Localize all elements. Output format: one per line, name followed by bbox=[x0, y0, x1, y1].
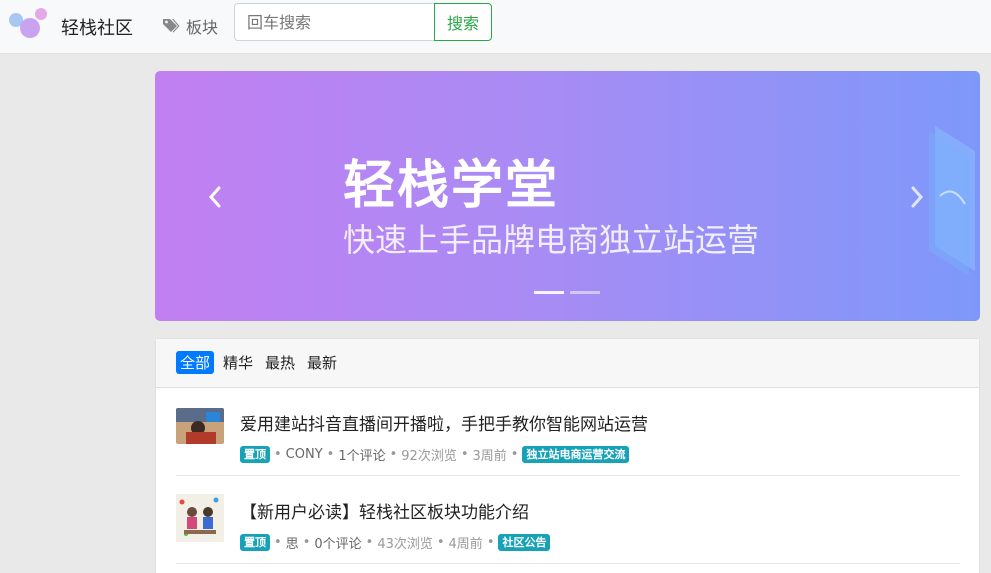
tab-featured[interactable]: 精华 bbox=[219, 351, 257, 374]
board-nav-link[interactable]: 板块 bbox=[162, 14, 218, 38]
banner-subtitle: 快速上手品牌电商独立站运营 bbox=[343, 221, 760, 259]
post-author[interactable]: 思 bbox=[286, 533, 299, 552]
board-badge[interactable]: 独立站电商运营交流 bbox=[522, 446, 630, 463]
list-item: 【新用户必读】轻栈社区板块功能介绍 置顶 • 思 • 0个评论 • 43次浏览 … bbox=[176, 476, 960, 564]
view-count: 43次浏览 bbox=[377, 537, 433, 552]
search-input[interactable] bbox=[234, 3, 435, 41]
carousel-next-icon[interactable] bbox=[905, 183, 929, 211]
pinned-badge: 置顶 bbox=[240, 446, 270, 463]
decorative-shape bbox=[929, 126, 975, 276]
banner-title: 轻栈学堂 bbox=[343, 156, 560, 216]
view-count: 92次浏览 bbox=[401, 449, 457, 464]
tab-hot[interactable]: 最热 bbox=[261, 351, 299, 374]
avatar[interactable] bbox=[176, 408, 224, 444]
meta-separator: • bbox=[274, 535, 282, 550]
post-time: 4周前 bbox=[448, 537, 483, 552]
post-title[interactable]: 爱用建站抖音直播间开播啦，手把手教你智能网站运营 bbox=[240, 410, 648, 435]
comment-count: 0个评论 bbox=[314, 537, 362, 552]
avatar[interactable] bbox=[176, 494, 224, 542]
post-time: 3周前 bbox=[472, 449, 507, 464]
search-button[interactable]: 搜索 bbox=[434, 3, 492, 41]
comment-count: 1个评论 bbox=[338, 449, 386, 464]
topic-filter-tabs: 全部 精华 最热 最新 bbox=[156, 339, 979, 388]
carousel-indicator[interactable] bbox=[534, 291, 564, 294]
tags-icon bbox=[163, 19, 180, 33]
meta-separator: • bbox=[460, 447, 469, 462]
topic-list-card: 全部 精华 最热 最新 爱用建站抖音直播间开播啦，手把手教你智能网站运营 置顶 … bbox=[155, 338, 980, 573]
brand-name[interactable]: 轻栈社区 bbox=[61, 14, 133, 40]
meta-separator: • bbox=[510, 447, 519, 462]
meta-separator: • bbox=[274, 447, 282, 462]
meta-separator: • bbox=[302, 535, 311, 550]
post-author[interactable]: CONY bbox=[286, 447, 323, 462]
list-item: 爱用建站抖音直播间开播啦，手把手教你智能网站运营 置顶 • CONY • 1个评… bbox=[176, 388, 960, 476]
post-meta: 置顶 • CONY • 1个评论 • 92次浏览 • 3周前 • 独立站电商运营… bbox=[240, 445, 630, 464]
top-navbar: 轻栈社区 板块 搜索 bbox=[0, 0, 991, 54]
meta-separator: • bbox=[365, 535, 374, 550]
tab-all[interactable]: 全部 bbox=[176, 351, 215, 374]
post-meta: 置顶 • 思 • 0个评论 • 43次浏览 • 4周前 • 社区公告 bbox=[240, 533, 551, 552]
board-badge[interactable]: 社区公告 bbox=[498, 534, 551, 551]
post-title[interactable]: 【新用户必读】轻栈社区板块功能介绍 bbox=[240, 498, 529, 523]
board-nav-label: 板块 bbox=[186, 18, 219, 37]
tab-latest[interactable]: 最新 bbox=[303, 351, 341, 374]
carousel-prev-icon[interactable] bbox=[203, 183, 227, 211]
meta-separator: • bbox=[436, 535, 445, 550]
banner-carousel: 轻栈学堂 快速上手品牌电商独立站运营 bbox=[155, 71, 980, 321]
pinned-badge: 置顶 bbox=[240, 534, 270, 551]
meta-separator: • bbox=[486, 535, 495, 550]
carousel-indicator[interactable] bbox=[570, 291, 600, 294]
meta-separator: • bbox=[389, 447, 398, 462]
meta-separator: • bbox=[326, 447, 335, 462]
carousel-indicators bbox=[534, 291, 600, 294]
logo-icon[interactable] bbox=[6, 6, 50, 42]
